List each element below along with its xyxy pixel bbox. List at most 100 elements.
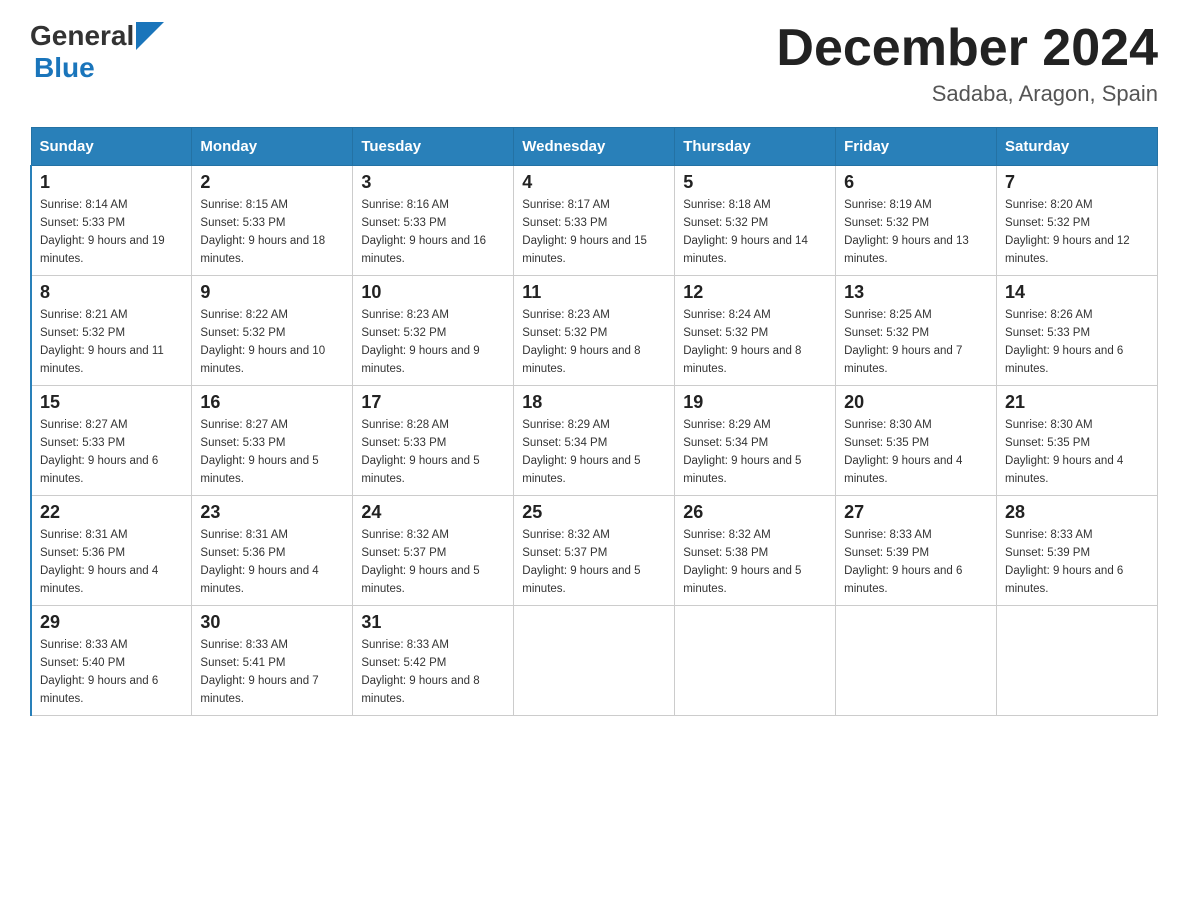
day-info: Sunrise: 8:19 AMSunset: 5:32 PMDaylight:… <box>844 197 988 268</box>
calendar-cell: 8 Sunrise: 8:21 AMSunset: 5:32 PMDayligh… <box>31 276 192 386</box>
day-number: 18 <box>522 392 666 413</box>
day-info: Sunrise: 8:15 AMSunset: 5:33 PMDaylight:… <box>200 197 344 268</box>
calendar-cell: 16 Sunrise: 8:27 AMSunset: 5:33 PMDaylig… <box>192 386 353 496</box>
calendar-cell: 20 Sunrise: 8:30 AMSunset: 5:35 PMDaylig… <box>836 386 997 496</box>
page-header: General Blue December 2024 Sadaba, Arago… <box>30 20 1158 107</box>
logo-general-text: General <box>30 20 134 52</box>
calendar-cell: 30 Sunrise: 8:33 AMSunset: 5:41 PMDaylig… <box>192 606 353 716</box>
day-number: 28 <box>1005 502 1149 523</box>
day-info: Sunrise: 8:27 AMSunset: 5:33 PMDaylight:… <box>200 417 344 488</box>
header-thursday: Thursday <box>675 128 836 166</box>
day-info: Sunrise: 8:29 AMSunset: 5:34 PMDaylight:… <box>683 417 827 488</box>
day-info: Sunrise: 8:14 AMSunset: 5:33 PMDaylight:… <box>40 197 183 268</box>
header-monday: Monday <box>192 128 353 166</box>
calendar-header-row: Sunday Monday Tuesday Wednesday Thursday… <box>31 128 1158 166</box>
day-info: Sunrise: 8:33 AMSunset: 5:39 PMDaylight:… <box>844 527 988 598</box>
day-number: 26 <box>683 502 827 523</box>
day-number: 25 <box>522 502 666 523</box>
calendar-week-2: 8 Sunrise: 8:21 AMSunset: 5:32 PMDayligh… <box>31 276 1158 386</box>
day-number: 20 <box>844 392 988 413</box>
header-wednesday: Wednesday <box>514 128 675 166</box>
day-number: 14 <box>1005 282 1149 303</box>
calendar-cell <box>836 606 997 716</box>
day-info: Sunrise: 8:25 AMSunset: 5:32 PMDaylight:… <box>844 307 988 378</box>
day-info: Sunrise: 8:23 AMSunset: 5:32 PMDaylight:… <box>522 307 666 378</box>
day-number: 4 <box>522 172 666 193</box>
day-info: Sunrise: 8:18 AMSunset: 5:32 PMDaylight:… <box>683 197 827 268</box>
calendar-cell: 17 Sunrise: 8:28 AMSunset: 5:33 PMDaylig… <box>353 386 514 496</box>
calendar-cell: 10 Sunrise: 8:23 AMSunset: 5:32 PMDaylig… <box>353 276 514 386</box>
month-title: December 2024 <box>776 20 1158 77</box>
day-info: Sunrise: 8:30 AMSunset: 5:35 PMDaylight:… <box>844 417 988 488</box>
calendar-week-3: 15 Sunrise: 8:27 AMSunset: 5:33 PMDaylig… <box>31 386 1158 496</box>
day-number: 2 <box>200 172 344 193</box>
day-info: Sunrise: 8:31 AMSunset: 5:36 PMDaylight:… <box>40 527 183 598</box>
calendar-cell: 18 Sunrise: 8:29 AMSunset: 5:34 PMDaylig… <box>514 386 675 496</box>
header-sunday: Sunday <box>31 128 192 166</box>
day-info: Sunrise: 8:32 AMSunset: 5:38 PMDaylight:… <box>683 527 827 598</box>
calendar-cell: 11 Sunrise: 8:23 AMSunset: 5:32 PMDaylig… <box>514 276 675 386</box>
day-info: Sunrise: 8:24 AMSunset: 5:32 PMDaylight:… <box>683 307 827 378</box>
day-number: 12 <box>683 282 827 303</box>
day-number: 19 <box>683 392 827 413</box>
day-info: Sunrise: 8:29 AMSunset: 5:34 PMDaylight:… <box>522 417 666 488</box>
day-info: Sunrise: 8:33 AMSunset: 5:39 PMDaylight:… <box>1005 527 1149 598</box>
calendar-cell: 27 Sunrise: 8:33 AMSunset: 5:39 PMDaylig… <box>836 496 997 606</box>
day-number: 22 <box>40 502 183 523</box>
calendar-week-1: 1 Sunrise: 8:14 AMSunset: 5:33 PMDayligh… <box>31 166 1158 276</box>
day-info: Sunrise: 8:30 AMSunset: 5:35 PMDaylight:… <box>1005 417 1149 488</box>
day-number: 29 <box>40 612 183 633</box>
location-subtitle: Sadaba, Aragon, Spain <box>776 81 1158 107</box>
logo: General Blue <box>30 20 166 84</box>
header-saturday: Saturday <box>997 128 1158 166</box>
day-number: 30 <box>200 612 344 633</box>
calendar-cell: 19 Sunrise: 8:29 AMSunset: 5:34 PMDaylig… <box>675 386 836 496</box>
calendar-cell: 26 Sunrise: 8:32 AMSunset: 5:38 PMDaylig… <box>675 496 836 606</box>
calendar-cell: 2 Sunrise: 8:15 AMSunset: 5:33 PMDayligh… <box>192 166 353 276</box>
day-info: Sunrise: 8:23 AMSunset: 5:32 PMDaylight:… <box>361 307 505 378</box>
day-number: 5 <box>683 172 827 193</box>
day-info: Sunrise: 8:33 AMSunset: 5:42 PMDaylight:… <box>361 637 505 708</box>
calendar-cell: 22 Sunrise: 8:31 AMSunset: 5:36 PMDaylig… <box>31 496 192 606</box>
day-info: Sunrise: 8:27 AMSunset: 5:33 PMDaylight:… <box>40 417 183 488</box>
title-section: December 2024 Sadaba, Aragon, Spain <box>776 20 1158 107</box>
calendar-cell <box>997 606 1158 716</box>
day-info: Sunrise: 8:17 AMSunset: 5:33 PMDaylight:… <box>522 197 666 268</box>
day-info: Sunrise: 8:16 AMSunset: 5:33 PMDaylight:… <box>361 197 505 268</box>
day-number: 13 <box>844 282 988 303</box>
day-number: 1 <box>40 172 183 193</box>
calendar-cell: 31 Sunrise: 8:33 AMSunset: 5:42 PMDaylig… <box>353 606 514 716</box>
calendar-cell: 13 Sunrise: 8:25 AMSunset: 5:32 PMDaylig… <box>836 276 997 386</box>
day-number: 3 <box>361 172 505 193</box>
calendar-week-4: 22 Sunrise: 8:31 AMSunset: 5:36 PMDaylig… <box>31 496 1158 606</box>
calendar-cell: 4 Sunrise: 8:17 AMSunset: 5:33 PMDayligh… <box>514 166 675 276</box>
day-info: Sunrise: 8:33 AMSunset: 5:40 PMDaylight:… <box>40 637 183 708</box>
logo-blue-text: Blue <box>34 52 95 83</box>
calendar-cell: 12 Sunrise: 8:24 AMSunset: 5:32 PMDaylig… <box>675 276 836 386</box>
day-number: 24 <box>361 502 505 523</box>
calendar-cell: 3 Sunrise: 8:16 AMSunset: 5:33 PMDayligh… <box>353 166 514 276</box>
calendar-cell: 6 Sunrise: 8:19 AMSunset: 5:32 PMDayligh… <box>836 166 997 276</box>
calendar-cell: 9 Sunrise: 8:22 AMSunset: 5:32 PMDayligh… <box>192 276 353 386</box>
calendar-cell: 7 Sunrise: 8:20 AMSunset: 5:32 PMDayligh… <box>997 166 1158 276</box>
calendar-week-5: 29 Sunrise: 8:33 AMSunset: 5:40 PMDaylig… <box>31 606 1158 716</box>
day-number: 15 <box>40 392 183 413</box>
calendar-cell: 1 Sunrise: 8:14 AMSunset: 5:33 PMDayligh… <box>31 166 192 276</box>
calendar-cell: 24 Sunrise: 8:32 AMSunset: 5:37 PMDaylig… <box>353 496 514 606</box>
day-number: 6 <box>844 172 988 193</box>
day-info: Sunrise: 8:21 AMSunset: 5:32 PMDaylight:… <box>40 307 183 378</box>
day-info: Sunrise: 8:28 AMSunset: 5:33 PMDaylight:… <box>361 417 505 488</box>
calendar-cell: 25 Sunrise: 8:32 AMSunset: 5:37 PMDaylig… <box>514 496 675 606</box>
header-tuesday: Tuesday <box>353 128 514 166</box>
day-info: Sunrise: 8:26 AMSunset: 5:33 PMDaylight:… <box>1005 307 1149 378</box>
calendar-cell: 15 Sunrise: 8:27 AMSunset: 5:33 PMDaylig… <box>31 386 192 496</box>
calendar-cell: 5 Sunrise: 8:18 AMSunset: 5:32 PMDayligh… <box>675 166 836 276</box>
day-number: 31 <box>361 612 505 633</box>
calendar-cell <box>514 606 675 716</box>
calendar-table: Sunday Monday Tuesday Wednesday Thursday… <box>30 127 1158 716</box>
day-number: 21 <box>1005 392 1149 413</box>
day-number: 11 <box>522 282 666 303</box>
day-info: Sunrise: 8:32 AMSunset: 5:37 PMDaylight:… <box>522 527 666 598</box>
day-info: Sunrise: 8:20 AMSunset: 5:32 PMDaylight:… <box>1005 197 1149 268</box>
calendar-cell: 28 Sunrise: 8:33 AMSunset: 5:39 PMDaylig… <box>997 496 1158 606</box>
